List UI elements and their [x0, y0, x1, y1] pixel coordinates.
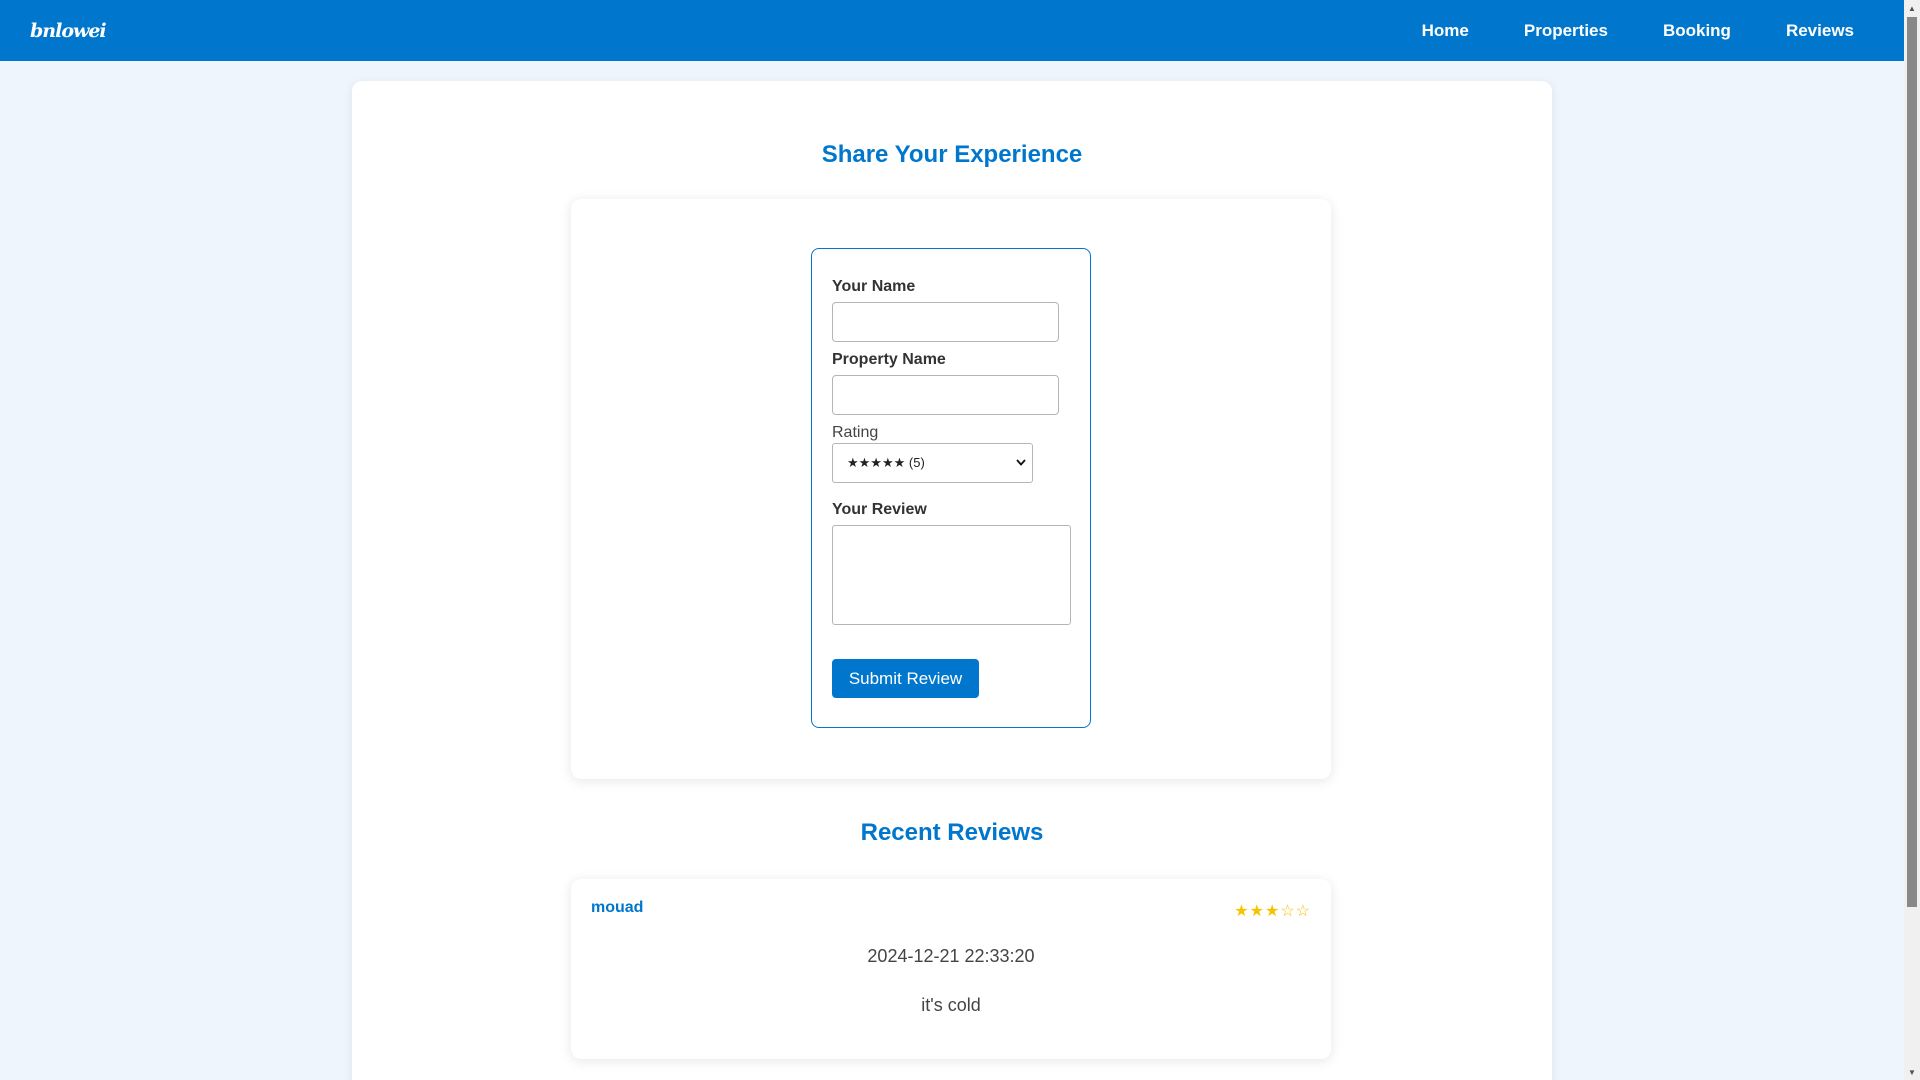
vertical-scrollbar[interactable]: ▲ ▼ — [1904, 0, 1920, 1080]
rating-select[interactable]: ★★★★★ (5) — [832, 443, 1033, 483]
nav-links: Home Properties Booking Reviews — [1422, 21, 1854, 41]
top-navbar: bnlowei Home Properties Booking Reviews — [0, 0, 1904, 61]
review-textarea[interactable] — [832, 525, 1071, 625]
main-content-card: Share Your Experience Your Name Property… — [352, 81, 1552, 1080]
star-rating-icon: ★★★☆☆ — [1234, 903, 1311, 920]
rating-label: Rating — [832, 424, 879, 441]
name-label: Your Name — [832, 278, 916, 295]
name-input[interactable] — [832, 302, 1059, 342]
property-input[interactable] — [832, 375, 1059, 415]
nav-link-reviews[interactable]: Reviews — [1786, 21, 1854, 41]
site-logo[interactable]: bnlowei — [30, 20, 107, 42]
nav-link-home[interactable]: Home — [1422, 21, 1469, 41]
reviewer-name: mouad — [591, 899, 644, 916]
review-label: Your Review — [832, 501, 927, 518]
property-label: Property Name — [832, 351, 946, 368]
recent-reviews-title: Recent Reviews — [860, 819, 1044, 846]
scroll-up-arrow-icon[interactable]: ▲ — [1904, 0, 1920, 16]
rating-selected-value: ★★★★★ (5) — [847, 455, 925, 470]
chevron-down-icon — [1016, 457, 1026, 469]
review-card: mouad ★★★☆☆ 2024-12-21 22:33:20 it's col… — [571, 879, 1331, 1059]
nav-link-booking[interactable]: Booking — [1663, 21, 1731, 41]
scroll-down-arrow-icon[interactable]: ▼ — [1904, 1064, 1920, 1080]
review-form: Your Name Property Name Rating ★★★★★ (5)… — [811, 248, 1091, 728]
review-text: it's cold — [921, 995, 981, 1015]
nav-link-properties[interactable]: Properties — [1524, 21, 1608, 41]
submit-review-button[interactable]: Submit Review — [832, 659, 979, 698]
scrollbar-thumb[interactable] — [1907, 17, 1917, 907]
review-form-card: Your Name Property Name Rating ★★★★★ (5)… — [571, 199, 1331, 779]
review-date: 2024-12-21 22:33:20 — [867, 946, 1035, 966]
share-experience-title: Share Your Experience — [821, 141, 1083, 168]
